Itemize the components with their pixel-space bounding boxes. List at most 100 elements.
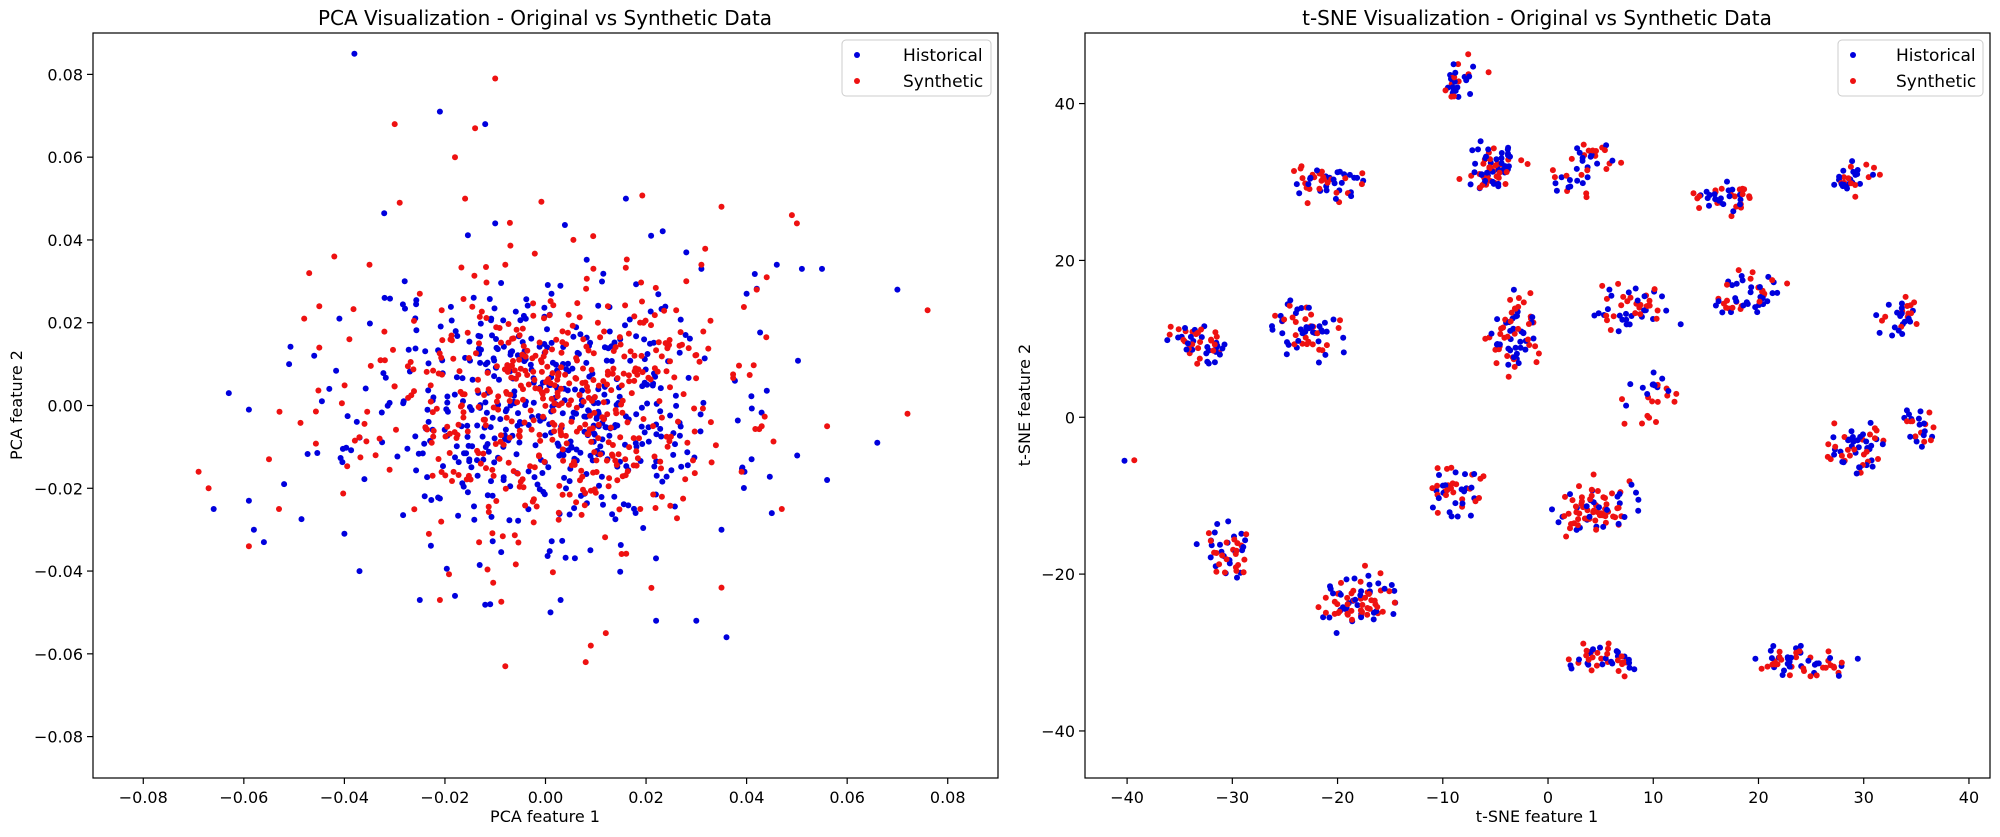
- tsne-point-historical: [1498, 150, 1505, 156]
- pca-legend-marker-historical: [854, 52, 860, 58]
- pca-point-historical: [545, 464, 552, 471]
- pca-ytick-label: 0.04: [47, 231, 83, 250]
- tsne-point-historical: [1365, 572, 1372, 579]
- tsne-point-synthetic: [1350, 587, 1357, 594]
- tsne-point-historical: [1388, 582, 1395, 588]
- tsne-point-historical: [1121, 457, 1128, 464]
- pca-point-historical: [561, 474, 568, 481]
- pca-point-synthetic: [474, 387, 481, 394]
- pca-point-synthetic: [276, 408, 283, 415]
- pca-point-synthetic: [546, 312, 553, 319]
- pca-title: PCA Visualization - Original vs Syntheti…: [318, 6, 772, 30]
- pca-point-synthetic: [450, 468, 457, 475]
- pca-point-historical: [541, 304, 548, 311]
- tsne-point-historical: [1436, 472, 1442, 478]
- tsne-point-synthetic: [1482, 335, 1489, 342]
- pca-point-historical: [655, 291, 662, 298]
- pca-point-historical: [353, 418, 360, 425]
- pca-point-synthetic: [450, 355, 457, 362]
- tsne-point-synthetic: [1213, 333, 1220, 340]
- tsne-point-historical: [1471, 169, 1478, 176]
- pca-point-historical: [577, 449, 584, 456]
- tsne-point-historical: [1738, 273, 1745, 279]
- pca-point-synthetic: [627, 348, 634, 355]
- tsne-point-historical: [1913, 438, 1920, 445]
- tsne-point-synthetic: [1583, 190, 1590, 197]
- pca-point-synthetic: [607, 424, 614, 431]
- pca-point-historical: [464, 422, 471, 429]
- pca-point-synthetic: [512, 561, 519, 568]
- tsne-point-historical: [1287, 297, 1294, 304]
- pca-point-synthetic: [637, 506, 644, 512]
- tsne-point-synthetic: [1480, 160, 1487, 167]
- pca-point-synthetic: [448, 332, 455, 339]
- pca-point-historical: [525, 468, 532, 475]
- tsne-point-synthetic: [1723, 304, 1730, 311]
- pca-point-historical: [573, 410, 580, 417]
- pca-point-synthetic: [639, 298, 645, 305]
- tsne-point-historical: [1234, 574, 1240, 581]
- pca-point-synthetic: [597, 451, 604, 458]
- tsne-point-historical: [1340, 334, 1347, 341]
- tsne-point-historical: [1477, 138, 1484, 145]
- pca-point-synthetic: [560, 457, 567, 464]
- pca-point-historical: [570, 333, 577, 340]
- tsne-point-historical: [1604, 506, 1610, 513]
- tsne-point-historical: [1743, 299, 1750, 306]
- tsne-point-historical: [1467, 512, 1474, 519]
- tsne-point-historical: [1552, 180, 1559, 187]
- tsne-point-synthetic: [1281, 316, 1288, 323]
- tsne-point-historical: [1639, 384, 1646, 391]
- tsne-point-synthetic: [1197, 339, 1204, 345]
- pca-point-synthetic: [667, 384, 673, 391]
- tsne-legend-marker-synthetic: [1850, 78, 1856, 84]
- pca-point-historical: [549, 359, 556, 366]
- pca-point-synthetic: [618, 382, 625, 389]
- tsne-point-synthetic: [1362, 562, 1368, 569]
- pca-point-synthetic: [631, 377, 638, 384]
- pca-point-synthetic: [452, 154, 458, 161]
- pca-point-historical: [404, 445, 411, 452]
- tsne-point-synthetic: [1602, 495, 1608, 501]
- tsne-point-historical: [1586, 513, 1593, 520]
- tsne-point-synthetic: [1493, 360, 1500, 367]
- tsne-point-synthetic: [1908, 310, 1915, 317]
- pca-point-synthetic: [438, 307, 445, 314]
- pca-point-synthetic: [549, 436, 556, 443]
- pca-xtick-label: 0.06: [829, 788, 865, 807]
- pca-point-synthetic: [367, 362, 374, 369]
- tsne-point-synthetic: [1618, 159, 1625, 166]
- pca-point-historical: [452, 328, 459, 335]
- pca-point-historical: [894, 286, 901, 293]
- tsne-point-historical: [1788, 654, 1794, 661]
- pca-point-synthetic: [480, 416, 487, 423]
- pca-point-synthetic: [648, 322, 654, 329]
- pca-point-synthetic: [511, 367, 518, 374]
- pca-point-synthetic: [654, 368, 661, 375]
- tsne-xtick-label: −30: [1215, 788, 1249, 807]
- pca-point-historical: [333, 367, 340, 374]
- pca-point-historical: [468, 464, 475, 471]
- tsne-point-historical: [1627, 381, 1634, 388]
- pca-point-historical: [507, 349, 514, 356]
- pca-point-synthetic: [578, 511, 585, 518]
- tsne-point-synthetic: [1851, 446, 1858, 453]
- pca-point-synthetic: [639, 369, 646, 376]
- tsne-point-synthetic: [1588, 667, 1595, 674]
- pca-point-historical: [606, 432, 613, 439]
- tsne-point-historical: [1635, 496, 1642, 503]
- tsne-point-synthetic: [1769, 277, 1776, 284]
- pca-point-synthetic: [485, 503, 492, 510]
- tsne-point-synthetic: [1621, 420, 1628, 427]
- pca-point-synthetic: [582, 659, 589, 666]
- pca-point-synthetic: [484, 369, 491, 376]
- pca-point-synthetic: [483, 264, 489, 270]
- tsne-point-historical: [1459, 500, 1466, 507]
- pca-xtick-label: 0.08: [930, 788, 966, 807]
- pca-point-synthetic: [601, 328, 608, 335]
- tsne-point-historical: [1644, 391, 1651, 397]
- tsne-point-synthetic: [1175, 326, 1182, 333]
- tsne-point-synthetic: [1549, 167, 1556, 174]
- tsne-point-historical: [1219, 345, 1226, 352]
- pca-point-synthetic: [559, 328, 566, 335]
